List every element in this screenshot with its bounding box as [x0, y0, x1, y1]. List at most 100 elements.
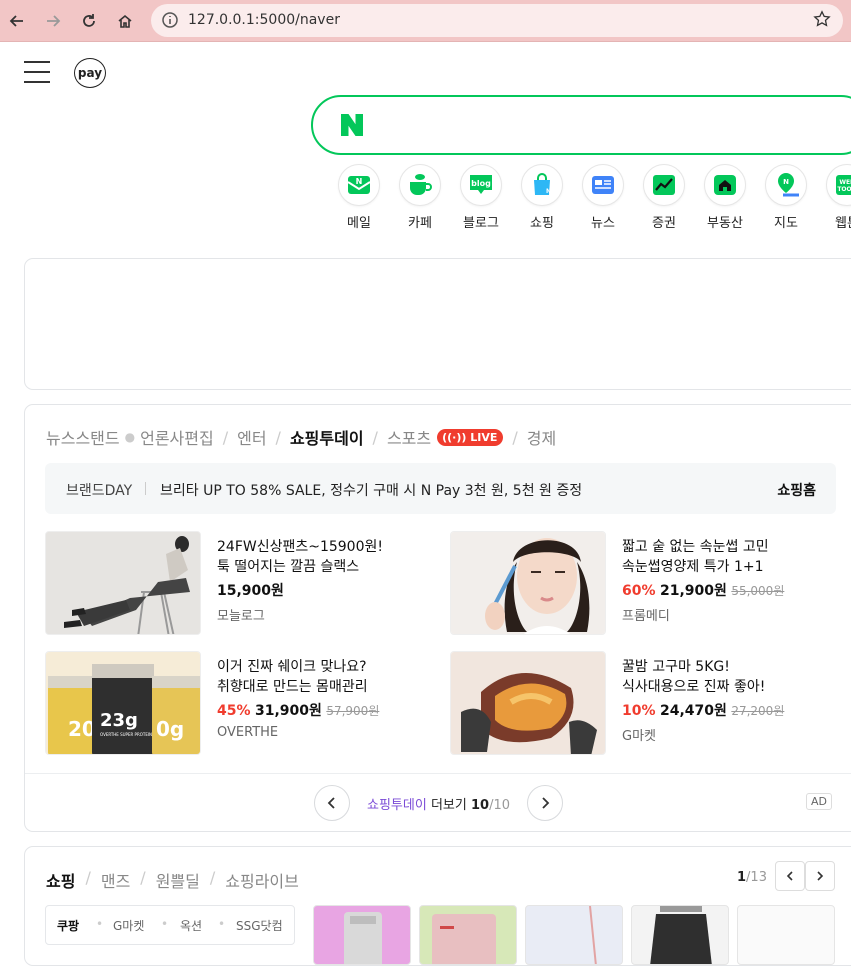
price-row: 10% 24,470원 27,200원: [622, 700, 832, 720]
tab-separator: /: [372, 427, 378, 447]
product-card[interactable]: 짧고 숱 없는 속눈썹 고민 속눈썹영양제 특가 1+1 60% 21,900원…: [450, 531, 830, 635]
tab-economy[interactable]: 경제: [527, 425, 556, 449]
mall-tab-dot: •: [218, 917, 226, 931]
mall-tab-coupang[interactable]: 쿠팡: [57, 917, 79, 934]
shortcut-label: 증권: [652, 216, 676, 231]
product-card[interactable]: 꿀밤 고구마 5KG! 식사대용으로 진짜 좋아! 10% 24,470원 27…: [450, 651, 830, 755]
mall-tab-dot: •: [161, 917, 169, 931]
promo-link[interactable]: 브리타 UP TO 58% SALE, 정수기 구매 시 N Pay 3천 원,…: [160, 480, 582, 500]
shortcut-cafe[interactable]: 카페: [395, 164, 445, 231]
seller-name: 모늘로그: [217, 609, 265, 624]
chevron-right-icon: [542, 797, 550, 809]
news-tabs: 뉴스스탠드 ● 언론사편집 / 엔터 / 쇼핑투데이 / 스포츠 ((·)) L…: [46, 425, 556, 449]
product-image[interactable]: [450, 531, 606, 635]
product-title-line2[interactable]: 식사대용으로 진짜 좋아!: [622, 677, 832, 697]
shopping-product-image[interactable]: [631, 905, 729, 965]
pay-button[interactable]: pay: [74, 58, 106, 88]
shortcut-realestate[interactable]: 부동산: [700, 164, 750, 231]
shopping-icon: N: [521, 164, 563, 206]
product-label-brand-text: OVERTHE SUPER PROTEIN: [100, 732, 152, 737]
product-title-line2[interactable]: 취향대로 만드는 몸매관리: [217, 677, 427, 697]
product-price: 31,900원: [254, 703, 322, 719]
banner-ad-area[interactable]: [24, 258, 851, 390]
shopping-next-button[interactable]: [805, 861, 835, 891]
blog-icon: blog: [460, 164, 502, 206]
live-badge: ((·)) LIVE: [437, 428, 504, 446]
chevron-left-icon: [327, 797, 335, 809]
shortcut-shopping[interactable]: N 쇼핑: [517, 164, 567, 231]
search-box[interactable]: [311, 95, 851, 155]
tab-entertainment[interactable]: 엔터: [237, 425, 266, 449]
tab-separator: /: [275, 427, 281, 447]
shopping-prev-button[interactable]: [775, 861, 805, 891]
tab-shopping-today[interactable]: 쇼핑투데이: [290, 425, 364, 449]
shopping-page-indicator: 1/13: [737, 870, 767, 885]
shortcut-label: 부동산: [707, 216, 743, 231]
mall-tab-auction[interactable]: 옥션: [180, 917, 202, 934]
product-label-main-text: 23g: [100, 710, 138, 731]
shortcut-map[interactable]: N 지도: [761, 164, 811, 231]
brand-day-label[interactable]: 브랜드DAY: [66, 480, 132, 500]
product-title-line1[interactable]: 이거 진짜 쉐이크 맞나요?: [217, 657, 427, 677]
stock-icon: [643, 164, 685, 206]
tab-shopping[interactable]: 쇼핑: [46, 868, 75, 892]
product-price: 24,470원: [659, 703, 727, 719]
shortcut-blog[interactable]: blog 블로그: [456, 164, 506, 231]
home-button[interactable]: [112, 8, 138, 34]
mall-tab-ssg[interactable]: SSG닷컴: [236, 917, 283, 934]
shopping-product-image[interactable]: [419, 905, 517, 965]
shopping-product-image[interactable]: [313, 905, 411, 965]
bookmark-star-icon[interactable]: [813, 10, 831, 32]
shortcut-webtoon[interactable]: WEBTOON 웹툰: [822, 164, 851, 231]
original-price: 27,200원: [731, 704, 785, 718]
tab-mens[interactable]: 맨즈: [101, 868, 130, 892]
product-info: 꿀밤 고구마 5KG! 식사대용으로 진짜 좋아! 10% 24,470원 27…: [622, 657, 832, 744]
shopping-panel: 쇼핑 / 맨즈 / 원쁠딜 / 쇼핑라이브 1/13 쿠팡 • G마켓 • 옥션…: [24, 846, 851, 966]
tab-one-plus-deal[interactable]: 원쁠딜: [156, 868, 200, 892]
url-text[interactable]: 127.0.0.1:5000/naver: [188, 12, 340, 28]
product-title-line2[interactable]: 툭 떨어지는 깔끔 슬랙스: [217, 557, 427, 577]
forward-button[interactable]: [40, 8, 66, 34]
product-title-line1[interactable]: 짧고 숱 없는 속눈썹 고민: [622, 537, 832, 557]
tab-newsstand[interactable]: 뉴스스탠드: [46, 425, 120, 449]
news-icon: [582, 164, 624, 206]
back-button[interactable]: [4, 8, 30, 34]
shortcut-stock[interactable]: 증권: [639, 164, 689, 231]
svg-text:N: N: [546, 188, 551, 195]
shortcut-mail[interactable]: N 메일: [334, 164, 384, 231]
info-icon[interactable]: [161, 11, 179, 33]
product-card[interactable]: 20 23g OVERTHE SUPER PROTEIN 0g 이거 진짜 쉐이…: [45, 651, 425, 755]
tab-press-edit[interactable]: 언론사편집: [140, 425, 214, 449]
menu-icon[interactable]: [24, 60, 50, 84]
shortcut-news[interactable]: 뉴스: [578, 164, 628, 231]
product-image[interactable]: [450, 651, 606, 755]
tab-shopping-live[interactable]: 쇼핑라이브: [225, 868, 299, 892]
ad-badge[interactable]: AD: [806, 793, 832, 810]
more-link[interactable]: 쇼핑투데이 더보기 10/10: [367, 794, 510, 813]
shortcut-label: 블로그: [463, 216, 499, 231]
promo-bar: 브랜드DAY 브리타 UP TO 58% SALE, 정수기 구매 시 N Pa…: [45, 463, 836, 514]
chevron-right-icon: [817, 871, 824, 881]
next-page-button[interactable]: [527, 785, 563, 821]
tab-sports[interactable]: 스포츠: [387, 425, 431, 449]
mall-tabs: 쿠팡 • G마켓 • 옥션 • SSG닷컴: [45, 905, 295, 945]
product-title-line2[interactable]: 속눈썹영양제 특가 1+1: [622, 557, 832, 577]
shop-home-link[interactable]: 쇼핑홈: [777, 480, 816, 500]
product-title-line1[interactable]: 24FW신상팬츠~15900원!: [217, 537, 427, 557]
address-bar[interactable]: 127.0.0.1:5000/naver: [151, 4, 843, 37]
shopping-product-image[interactable]: [525, 905, 623, 965]
map-icon: N: [765, 164, 807, 206]
price-row: 60% 21,900원 55,000원: [622, 580, 832, 600]
product-image[interactable]: 20 23g OVERTHE SUPER PROTEIN 0g: [45, 651, 201, 755]
news-pager: 쇼핑투데이 더보기 10/10: [314, 785, 563, 821]
mall-tab-gmarket[interactable]: G마켓: [113, 917, 144, 934]
prev-page-button[interactable]: [314, 785, 350, 821]
product-title-line1[interactable]: 꿀밤 고구마 5KG!: [622, 657, 832, 677]
product-price: 15,900원: [217, 583, 284, 599]
product-image[interactable]: [45, 531, 201, 635]
shortcut-label: 웹툰: [835, 216, 851, 231]
shopping-product-image[interactable]: [737, 905, 835, 965]
reload-button[interactable]: [76, 8, 102, 34]
product-card[interactable]: 24FW신상팬츠~15900원! 툭 떨어지는 깔끔 슬랙스 15,900원 모…: [45, 531, 425, 635]
product-price: 21,900원: [659, 583, 727, 599]
